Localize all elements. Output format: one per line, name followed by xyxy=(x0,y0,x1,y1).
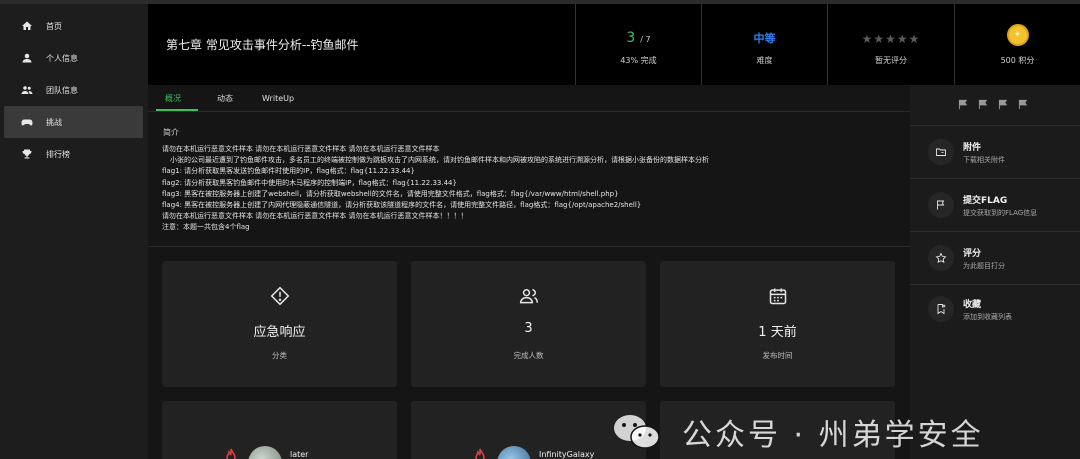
solvers-label: 完成人数 xyxy=(513,351,544,360)
avatar xyxy=(248,446,282,459)
sidebar: 首页 个人信息 团队信息 挑战 排行榜 xyxy=(0,4,148,459)
action-subtitle: 下载相关附件 xyxy=(963,156,1005,164)
group-icon xyxy=(20,83,34,97)
difficulty-stat: 中等 难度 xyxy=(701,4,827,85)
actions-panel: 附件 下载相关附件 提交FLAG 提交获取到的FLAG信息 评分 为此题目打分 … xyxy=(910,85,1080,459)
avatar xyxy=(497,446,531,459)
flag-icon xyxy=(978,99,988,110)
action-title: 提交FLAG xyxy=(963,196,1008,206)
flame-icon xyxy=(226,447,236,459)
description-line: 小张的公司最近遭到了钓鱼邮件攻击，多名员工的终端被控制做为跳板攻击了内网系统，请… xyxy=(170,156,709,165)
attachment-action[interactable]: 附件 下载相关附件 xyxy=(910,127,1080,177)
flag-icon xyxy=(958,99,968,110)
watermark-text: 公众号 · 州弟学安全 xyxy=(682,418,984,453)
difficulty-label: 难度 xyxy=(756,55,773,65)
person-icon xyxy=(20,51,34,65)
flag-icon xyxy=(928,192,954,218)
rate-action[interactable]: 评分 为此题目打分 xyxy=(910,233,1080,283)
active-tab-indicator xyxy=(156,109,198,111)
description-line: flag3: 黑客在被控服务器上创建了webshell，请分析获取webshel… xyxy=(162,189,619,198)
flame-icon xyxy=(475,447,485,459)
action-title: 收藏 xyxy=(963,300,982,310)
sidebar-item-label: 首页 xyxy=(46,21,62,31)
category-card: 应急响应 分类 xyxy=(162,261,397,387)
sidebar-item-team[interactable]: 团队信息 xyxy=(4,74,143,106)
challenge-header: 第七章 常见攻击事件分析--钓鱼邮件 3 / 7 43% 完成 中等 难度 ★★… xyxy=(148,4,1080,85)
points-label: 500 积分 xyxy=(1000,55,1035,65)
trophy-icon xyxy=(20,147,34,161)
diamond-alert-icon xyxy=(162,286,397,306)
category-label: 分类 xyxy=(272,351,287,360)
flag-progress xyxy=(958,99,1029,110)
submit-flag-action[interactable]: 提交FLAG 提交获取到的FLAG信息 xyxy=(910,180,1080,230)
progress-stat: 3 / 7 43% 完成 xyxy=(575,4,701,85)
description-line: flag4: 黑客在被控服务器上创建了内网代理隐蔽通信隧道，请分析获取该隧道程序… xyxy=(162,201,642,210)
total-count: / 7 xyxy=(640,34,651,44)
star-icon xyxy=(928,245,954,271)
wechat-logo xyxy=(612,413,662,451)
description-line: 注意：本题一共包含4个flag xyxy=(162,223,250,232)
sidebar-item-label: 挑战 xyxy=(46,117,62,127)
challenge-description: 简介 请勿在本机运行恶意文件样本 请勿在本机运行恶意文件样本 请勿在本机运行恶意… xyxy=(148,113,910,247)
coin-icon: ✦ xyxy=(1006,23,1029,46)
home-icon xyxy=(20,19,34,33)
tab-activity[interactable]: 动态 xyxy=(217,85,233,111)
solver-card[interactable]: InfinityGalaxy xyxy=(411,401,646,459)
description-body: 请勿在本机运行恶意文件样本 请勿在本机运行恶意文件样本 请勿在本机运行恶意文件样… xyxy=(162,144,902,234)
solvers-card: 3 完成人数 xyxy=(411,261,646,387)
divider xyxy=(910,125,1080,126)
solver-name: later xyxy=(290,450,309,459)
action-title: 附件 xyxy=(963,143,982,153)
published-card: 1 天前 发布时间 xyxy=(660,261,895,387)
sidebar-item-challenge[interactable]: 挑战 xyxy=(4,106,143,138)
bookmark-icon xyxy=(928,296,954,322)
sidebar-item-ranking[interactable]: 排行榜 xyxy=(4,138,143,170)
solvers-value: 3 xyxy=(524,321,533,336)
category-value: 应急响应 xyxy=(253,325,306,340)
progress-label: 43% 完成 xyxy=(620,55,657,65)
flag-icon xyxy=(998,99,1008,110)
sidebar-item-label: 个人信息 xyxy=(46,53,78,63)
users-icon xyxy=(411,286,646,306)
difficulty-value: 中等 xyxy=(753,31,776,45)
description-title: 简介 xyxy=(163,128,179,137)
tab-writeup[interactable]: WriteUp xyxy=(262,85,294,111)
challenge-title: 第七章 常见攻击事件分析--钓鱼邮件 xyxy=(166,38,359,52)
description-line: 请勿在本机运行恶意文件样本 请勿在本机运行恶意文件样本 请勿在本机运行恶意文件样… xyxy=(162,145,440,153)
sidebar-item-label: 团队信息 xyxy=(46,85,78,95)
action-subtitle: 为此题目打分 xyxy=(963,262,1005,270)
calendar-icon xyxy=(660,286,895,306)
action-title: 评分 xyxy=(963,249,982,259)
solved-count: 3 xyxy=(626,29,636,46)
description-line: flag1: 请分析获取黑客发送钓鱼邮件时使用的IP，flag格式：flag{1… xyxy=(162,167,415,176)
gamepad-icon xyxy=(20,115,34,129)
tab-overview[interactable]: 概况 xyxy=(165,85,181,111)
sidebar-item-home[interactable]: 首页 xyxy=(4,10,143,42)
published-label: 发布时间 xyxy=(762,351,793,360)
solver-name: InfinityGalaxy xyxy=(539,450,595,459)
favorite-action[interactable]: 收藏 添加到收藏列表 xyxy=(910,284,1080,334)
flag-icon xyxy=(1018,99,1028,110)
action-subtitle: 提交获取到的FLAG信息 xyxy=(963,209,1038,217)
rating-label: 暂无评分 xyxy=(875,55,907,65)
action-subtitle: 添加到收藏列表 xyxy=(963,313,1012,321)
published-value: 1 天前 xyxy=(758,325,797,340)
tab-bar: 概况 动态 WriteUp xyxy=(148,85,910,112)
rating-stars: ★★★★★ xyxy=(861,31,921,46)
sidebar-item-profile[interactable]: 个人信息 xyxy=(4,42,143,74)
folder-icon xyxy=(928,139,954,165)
divider xyxy=(910,231,1080,232)
description-line: 请勿在本机运行恶意文件样本 请勿在本机运行恶意文件样本 请勿在本机运行恶意文件样… xyxy=(162,212,468,221)
divider xyxy=(910,178,1080,179)
points-stat: ✦ 500 积分 xyxy=(954,4,1080,85)
description-line: flag2: 请分析获取黑客钓鱼邮件中使用的木马程序的控制端IP，flag格式：… xyxy=(162,178,457,187)
sidebar-item-label: 排行榜 xyxy=(46,149,70,159)
solver-card[interactable]: later xyxy=(162,401,397,459)
rating-stat: ★★★★★ 暂无评分 xyxy=(827,4,954,85)
watermark: 公众号 · 州弟学安全 xyxy=(612,408,984,456)
